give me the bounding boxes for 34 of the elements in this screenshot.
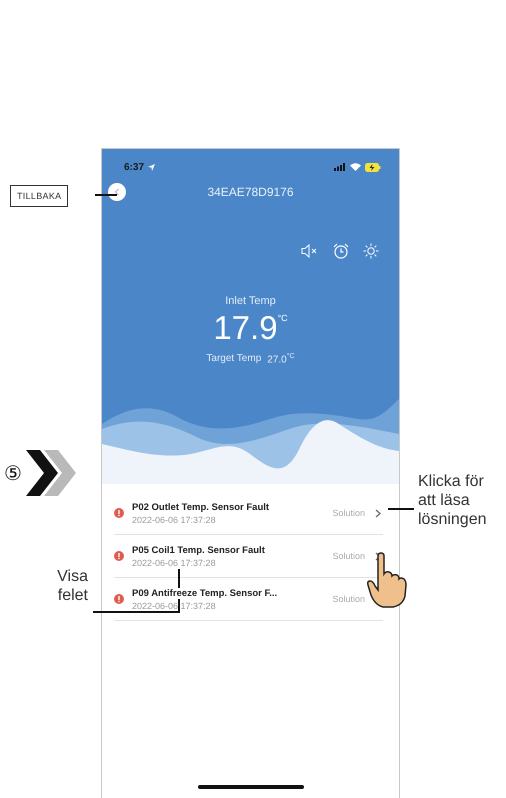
fault-time: 2022-06-06 17:37:28 [132, 600, 216, 610]
solution-link[interactable]: Solution [332, 594, 365, 604]
fault-time: 2022-06-06 17:37:28 [132, 514, 216, 524]
leader-line [95, 194, 117, 196]
alert-icon [114, 508, 124, 518]
alert-icon [114, 594, 124, 604]
fault-title: P05 Coil1 Temp. Sensor Fault [132, 544, 265, 556]
signal-icon [334, 163, 346, 171]
solution-link[interactable]: Solution [332, 508, 365, 518]
status-time: 6:37 [124, 162, 144, 172]
device-title: 34EAE78D9176 [206, 185, 295, 199]
step-number: ⑤ [4, 462, 22, 486]
fault-time: 2022-06-06 17:37:28 [132, 558, 216, 568]
fault-title: P02 Outlet Temp. Sensor Fault [132, 502, 270, 512]
callout-text: Klicka för att läsa lösningen [418, 472, 488, 530]
leader-line [388, 508, 414, 510]
solution-link[interactable]: Solution [332, 551, 365, 561]
back-button[interactable] [108, 183, 126, 201]
pointing-hand-icon [366, 552, 408, 608]
alarm-clock-icon[interactable] [333, 243, 349, 259]
callout-label: TILLBAKA [10, 185, 68, 207]
inlet-temp-unit: °C [278, 313, 288, 323]
wifi-icon [350, 163, 361, 171]
inlet-temp-label: Inlet Temp [225, 295, 276, 307]
inlet-temp-value: 17.9 [213, 309, 278, 347]
target-temp-label: Target Temp [206, 353, 262, 366]
target-temp-value: 27.0$^{°C}$ [267, 353, 295, 366]
fault-title: P09 Antifreeze Temp. Sensor F... [132, 588, 278, 598]
callout-text: Visa felet [56, 567, 88, 606]
mute-icon[interactable] [301, 244, 319, 258]
location-arrow-icon [148, 164, 156, 170]
battery-icon [365, 162, 381, 172]
alert-icon [114, 551, 124, 561]
sun-icon[interactable] [363, 243, 379, 259]
